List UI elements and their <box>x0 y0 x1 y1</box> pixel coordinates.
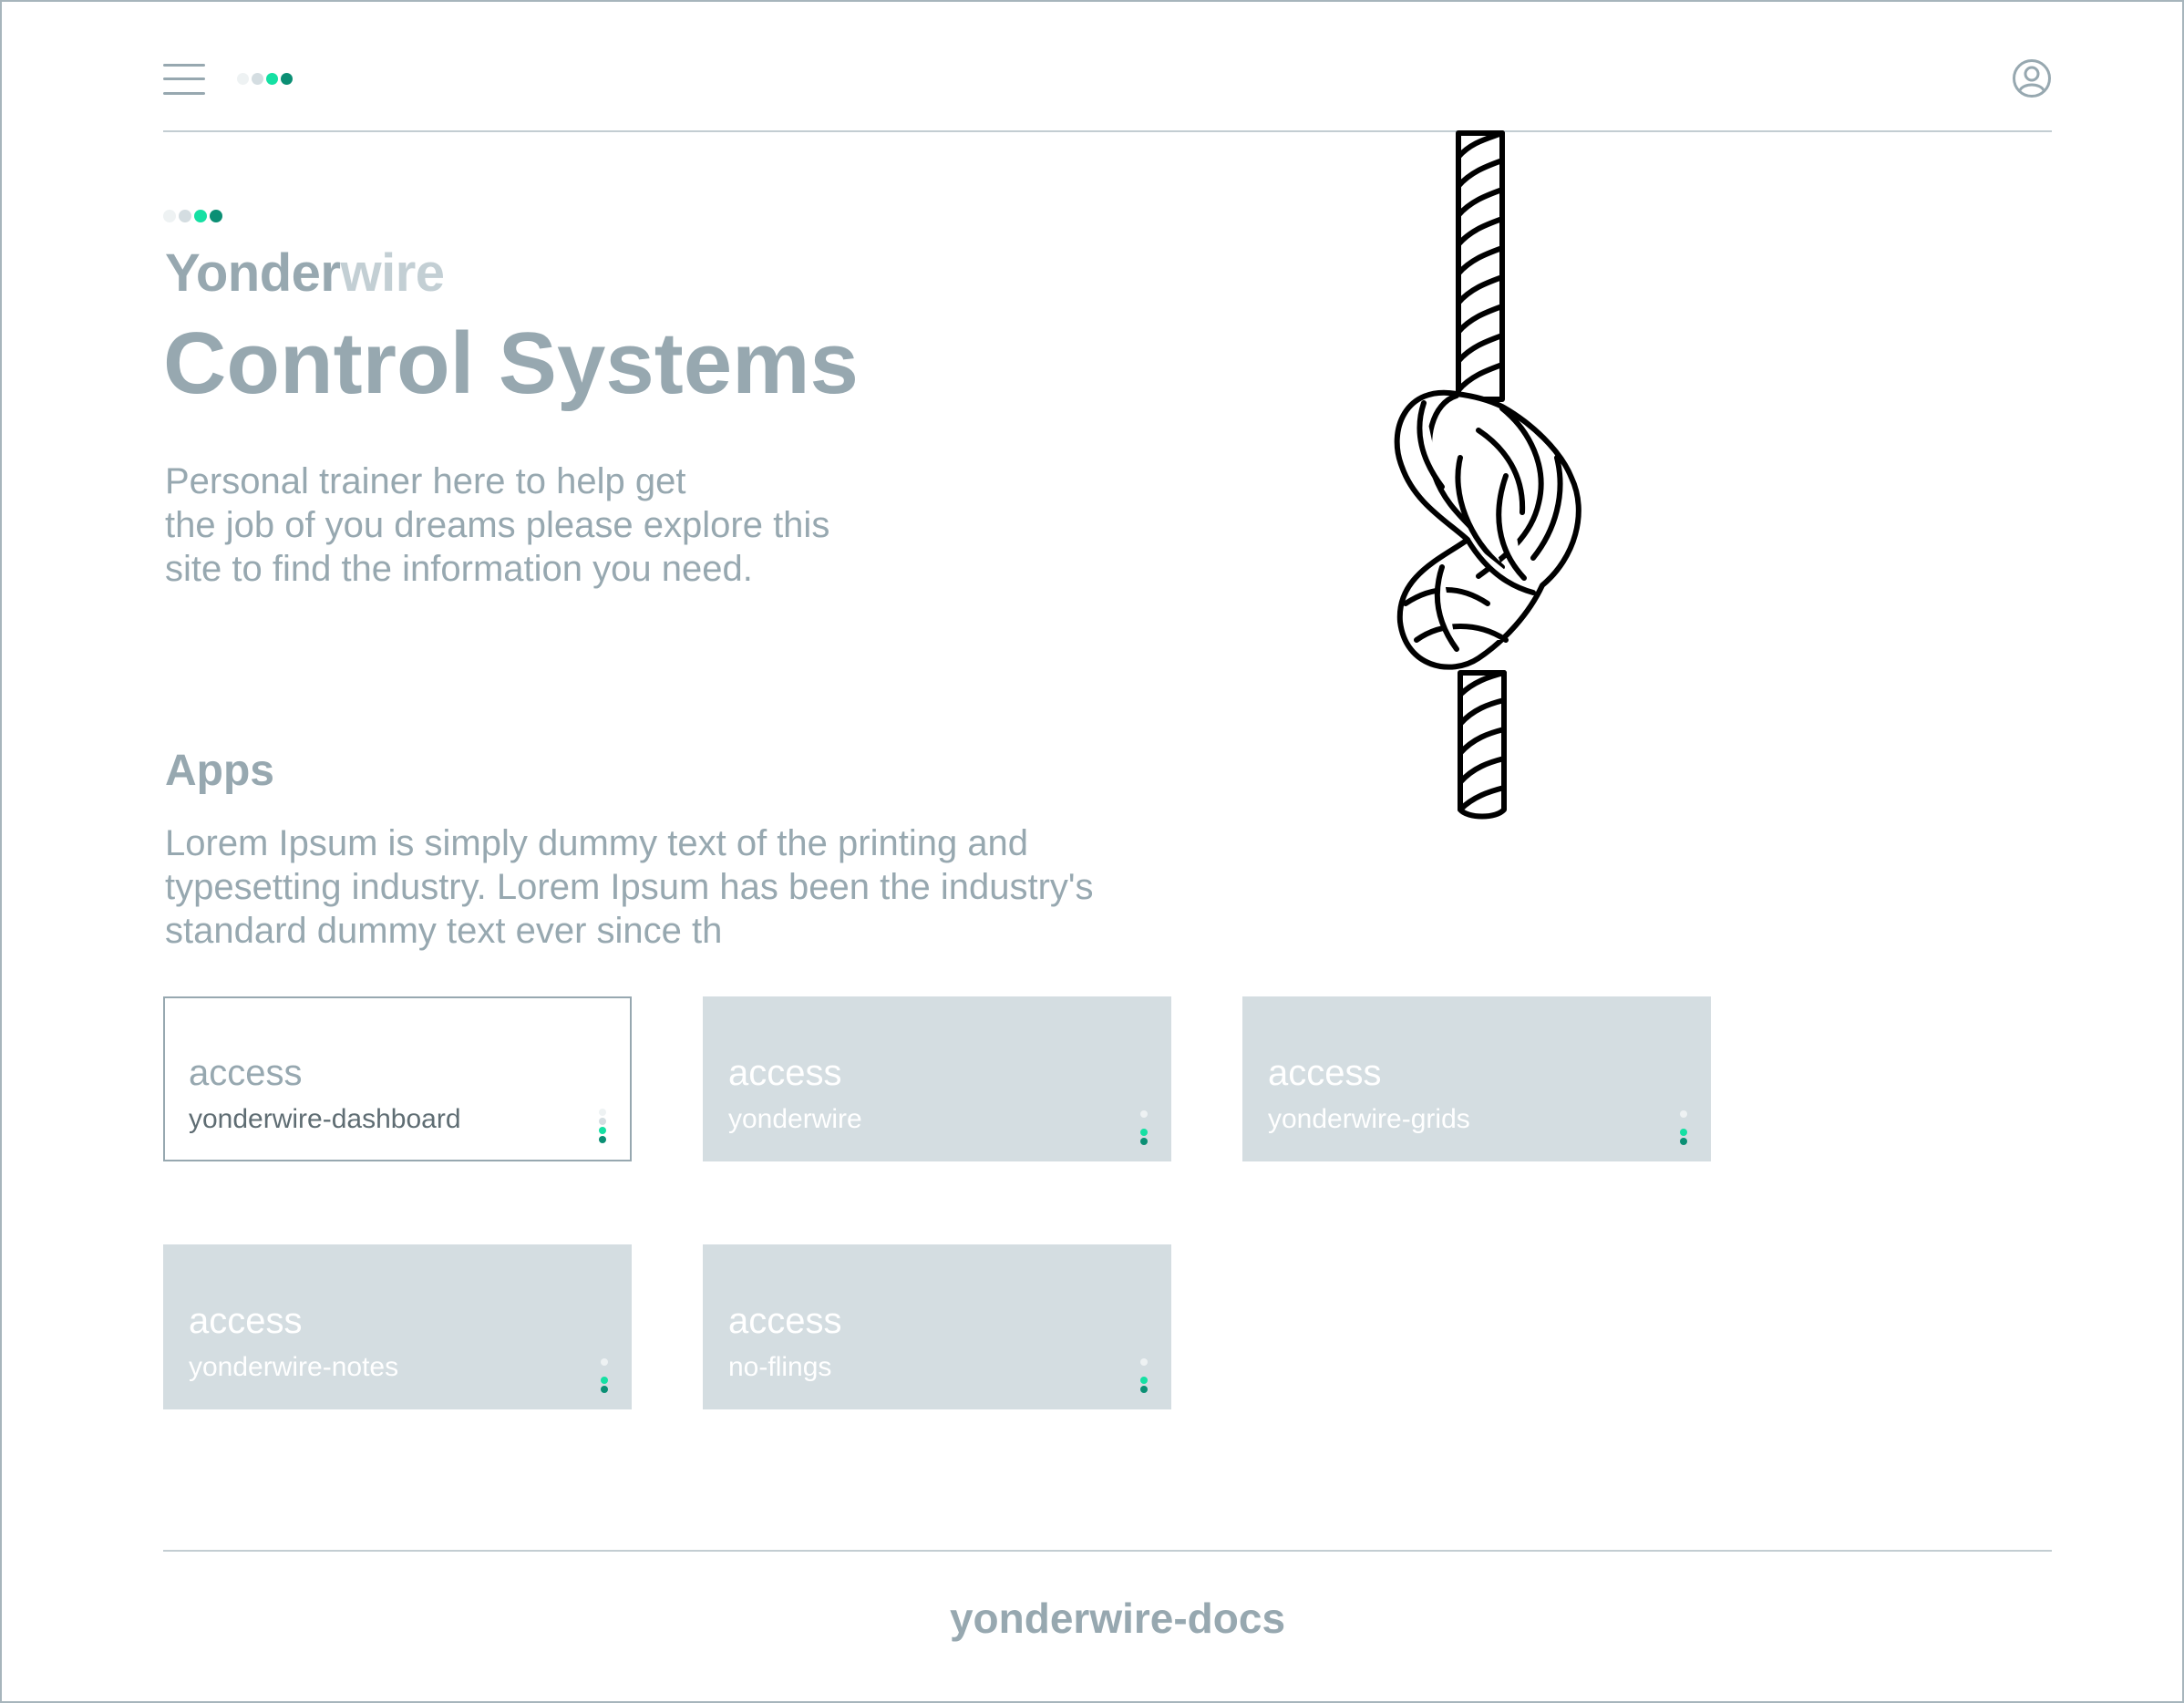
status-dot <box>1140 1386 1148 1393</box>
status-dot <box>599 1127 606 1134</box>
footer-docs-link[interactable]: yonderwire-docs <box>2 1594 2182 1643</box>
menu-icon[interactable] <box>163 62 205 97</box>
app-card-name: yonderwire-grids <box>1268 1104 1470 1134</box>
intro-line: site to find the information you need. <box>165 549 753 589</box>
status-dot <box>1140 1368 1148 1375</box>
logo-dots[interactable] <box>237 73 293 85</box>
page-title: Control Systems <box>163 315 859 412</box>
app-card-label: access <box>1268 1053 1382 1093</box>
hero-logo-dots <box>163 210 222 222</box>
intro-text: Personal trainer here to help get the jo… <box>165 459 985 591</box>
status-dots <box>1680 1110 1687 1145</box>
status-dot <box>1680 1110 1687 1118</box>
app-card-label: access <box>728 1301 842 1341</box>
status-dots <box>599 1109 606 1143</box>
status-dot <box>601 1358 608 1366</box>
rope-knot-illustration <box>1394 130 1581 820</box>
apps-description-line: Lorem Ipsum is simply dummy text of the … <box>165 823 1029 863</box>
logo-dot <box>194 210 207 222</box>
status-dot <box>601 1377 608 1384</box>
app-card-yonderwire[interactable]: access yonderwire <box>703 996 1171 1161</box>
status-dot <box>1140 1138 1148 1145</box>
status-dots <box>601 1358 608 1393</box>
page-frame: Yonderwire Control Systems Personal trai… <box>0 0 2184 1703</box>
status-dots <box>1140 1358 1148 1393</box>
logo-dot <box>163 210 176 222</box>
app-card-label: access <box>189 1301 303 1341</box>
logo-dot <box>252 73 263 85</box>
app-card-name: yonderwire-dashboard <box>189 1104 461 1134</box>
app-card-name: yonderwire-notes <box>189 1352 399 1382</box>
status-dot <box>1140 1377 1148 1384</box>
status-dot <box>601 1386 608 1393</box>
status-dot <box>1140 1110 1148 1118</box>
app-card-name: yonderwire <box>728 1104 862 1134</box>
app-card-label: access <box>189 1053 303 1093</box>
status-dot <box>1680 1138 1687 1145</box>
logo-dot <box>210 210 222 222</box>
logo-dot <box>179 210 191 222</box>
brand-name: Yonderwire <box>165 243 445 304</box>
status-dot <box>599 1118 606 1125</box>
logo-dot <box>281 73 293 85</box>
app-card-name: no-flings <box>728 1352 832 1382</box>
brand-primary: Yonder <box>165 243 341 303</box>
apps-heading: Apps <box>165 747 274 795</box>
status-dot <box>1140 1129 1148 1136</box>
logo-dot <box>266 73 278 85</box>
status-dot <box>599 1136 606 1143</box>
header-divider <box>163 130 2052 132</box>
app-card-no-flings[interactable]: access no-flings <box>703 1244 1171 1409</box>
intro-line: Personal trainer here to help get <box>165 461 686 501</box>
app-card-label: access <box>728 1053 842 1093</box>
apps-description: Lorem Ipsum is simply dummy text of the … <box>165 821 1213 953</box>
status-dot <box>599 1109 606 1116</box>
status-dot <box>1140 1358 1148 1366</box>
status-dot <box>1680 1120 1687 1127</box>
intro-line: the job of you dreams please explore thi… <box>165 505 830 545</box>
status-dots <box>1140 1110 1148 1145</box>
logo-dot <box>237 73 249 85</box>
app-card-yonderwire-dashboard[interactable]: access yonderwire-dashboard <box>163 996 632 1161</box>
brand-accent: wire <box>340 243 446 303</box>
footer-divider <box>163 1550 2052 1552</box>
app-card-yonderwire-notes[interactable]: access yonderwire-notes <box>163 1244 632 1409</box>
status-dot <box>1140 1120 1148 1127</box>
status-dot <box>601 1368 608 1375</box>
app-card-yonderwire-grids[interactable]: access yonderwire-grids <box>1242 996 1711 1161</box>
apps-description-line: standard dummy text ever since th <box>165 911 723 951</box>
user-circle-icon[interactable] <box>2012 58 2052 98</box>
apps-description-line: typesetting industry. Lorem Ipsum has be… <box>165 867 1094 907</box>
status-dot <box>1680 1129 1687 1136</box>
